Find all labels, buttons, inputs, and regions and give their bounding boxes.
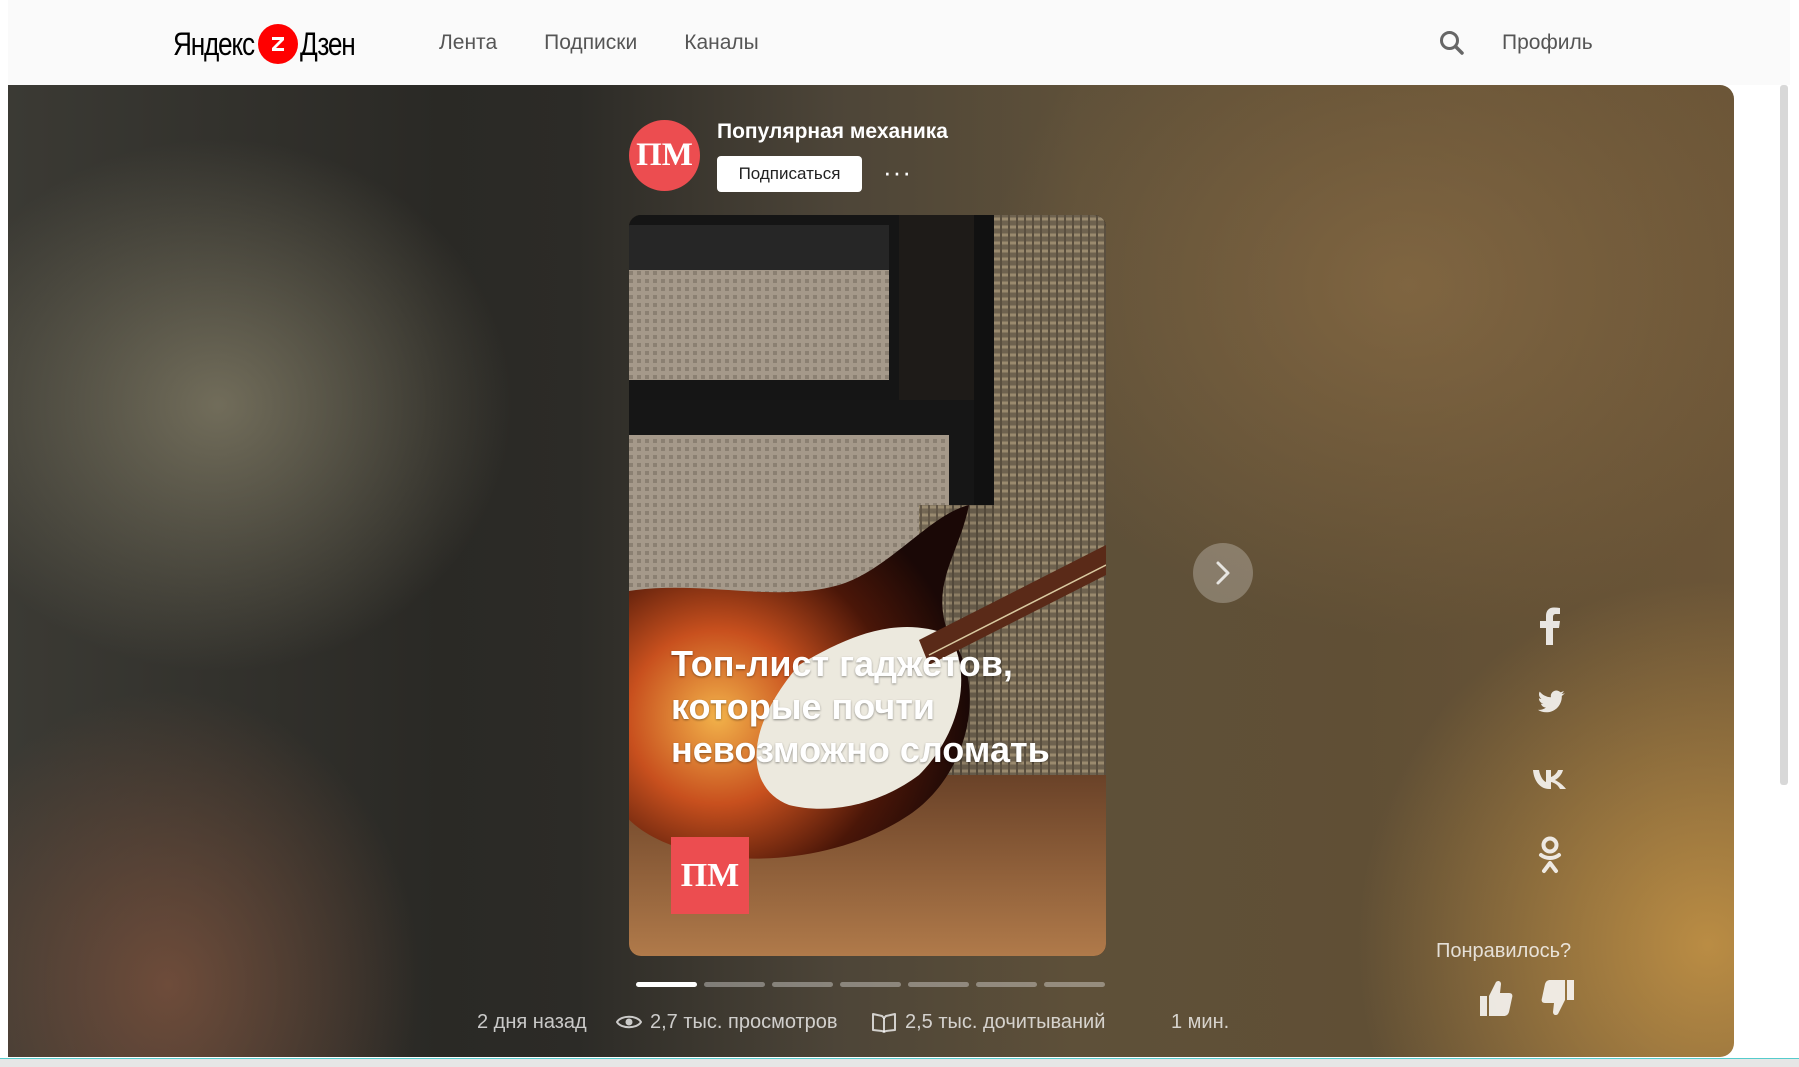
like-icon[interactable]	[1478, 978, 1514, 1018]
story-source-logo: ПМ	[671, 837, 749, 914]
dzen-logo-icon	[257, 24, 298, 64]
story-title: Топ-лист гаджетов, которые почти невозмо…	[671, 643, 1050, 770]
story-progress-segment[interactable]	[704, 982, 765, 987]
story-progress-segment[interactable]	[908, 982, 969, 987]
yandex-dzen-logo[interactable]: Яндекс Дзен	[173, 22, 366, 66]
page-scrollbar[interactable]	[1780, 85, 1788, 785]
story-progress-segment[interactable]	[636, 982, 697, 987]
reads-count-text: 2,5 тыс. дочитываний	[905, 1011, 1106, 1033]
channel-avatar[interactable]: ПМ	[629, 120, 700, 191]
story-progress-segment[interactable]	[976, 982, 1037, 987]
profile-link[interactable]: Профиль	[1502, 26, 1593, 60]
feedback-label: Понравилось?	[1436, 940, 1572, 962]
read-duration: 1 мин.	[1171, 1011, 1230, 1033]
search-icon[interactable]	[1438, 29, 1466, 57]
eye-icon	[616, 1015, 642, 1029]
dislike-icon[interactable]	[1540, 978, 1576, 1018]
share-facebook-button[interactable]	[1530, 606, 1570, 646]
nav-subscriptions[interactable]: Подписки	[544, 26, 637, 60]
share-twitter-button[interactable]	[1530, 683, 1570, 723]
story-progress	[636, 982, 1105, 987]
channel-name[interactable]: Популярная механика	[717, 120, 948, 144]
book-icon	[872, 1013, 896, 1033]
chevron-right-icon	[1216, 561, 1230, 585]
odnoklassniki-icon	[1539, 836, 1561, 873]
next-story-button[interactable]	[1193, 543, 1253, 603]
nav-channels[interactable]: Каналы	[684, 26, 759, 60]
views-count: 2,7 тыс. просмотров	[616, 1007, 838, 1037]
reads-count: 2,5 тыс. дочитываний	[871, 1007, 1105, 1037]
subscribe-button[interactable]: Подписаться	[717, 156, 862, 192]
logo-dzen-text: Дзен	[299, 25, 356, 62]
published-ago: 2 дня назад	[477, 1011, 587, 1033]
top-header: Яндекс Дзен Лента Подписки Каналы Профил…	[8, 0, 1790, 85]
facebook-icon	[1540, 607, 1560, 645]
more-options-button[interactable]: ···	[883, 157, 912, 187]
story-card[interactable]: Топ-лист гаджетов, которые почти невозмо…	[629, 215, 1106, 956]
share-odnoklassniki-button[interactable]	[1530, 835, 1570, 875]
story-progress-segment[interactable]	[772, 982, 833, 987]
nav-feed[interactable]: Лента	[439, 26, 497, 60]
vk-icon	[1533, 770, 1566, 789]
main-nav: Лента Подписки Каналы	[439, 26, 806, 60]
story-progress-segment[interactable]	[840, 982, 901, 987]
share-vk-button[interactable]	[1530, 759, 1570, 799]
views-count-text: 2,7 тыс. просмотров	[650, 1011, 838, 1033]
twitter-icon	[1537, 690, 1565, 713]
logo-yandex-text: Яндекс	[173, 25, 255, 62]
story-progress-segment[interactable]	[1044, 982, 1105, 987]
